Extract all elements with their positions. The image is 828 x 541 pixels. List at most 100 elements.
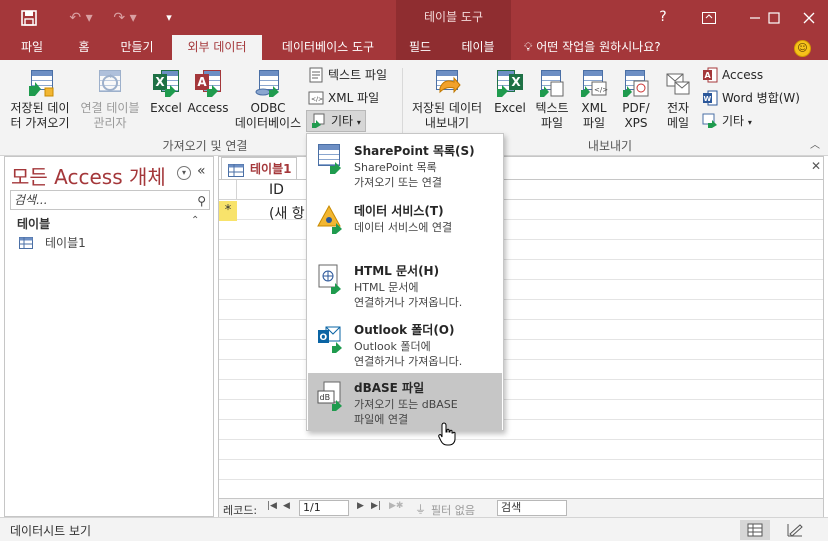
word-merge-button[interactable]: W Word 병합(W) bbox=[702, 87, 800, 109]
data-service-title: 데이터 서비스(T) bbox=[354, 204, 444, 218]
export-text-file-label-2: 파일 bbox=[540, 116, 564, 130]
tab-fields[interactable]: 필드 bbox=[398, 35, 442, 60]
save-icon[interactable] bbox=[18, 8, 40, 28]
nav-menu-chevron-icon[interactable]: ▾ bbox=[177, 166, 191, 180]
nav-search-input[interactable]: 검색... ⚲ bbox=[10, 190, 210, 210]
import-xml-file-button[interactable]: </> XML 파일 bbox=[308, 87, 379, 109]
svg-text:dB: dB bbox=[320, 393, 331, 402]
tab-create[interactable]: 만들기 bbox=[108, 35, 166, 60]
redo-icon[interactable]: ↷ ▾ bbox=[108, 8, 142, 28]
export-excel-label: Excel bbox=[494, 101, 526, 115]
excel-import-icon: X bbox=[151, 68, 181, 98]
import-text-file-button[interactable]: 텍스트 파일 bbox=[308, 64, 387, 86]
filter-status[interactable]: 필터 없음 bbox=[431, 502, 475, 518]
import-excel-label: Excel bbox=[150, 101, 182, 115]
saved-exports-icon bbox=[432, 68, 462, 98]
svg-text:O: O bbox=[320, 333, 328, 343]
ribbon-display-options-icon[interactable] bbox=[686, 0, 732, 35]
menu-item-data-service[interactable]: 데이터 서비스(T) 데이터 서비스에 연결 bbox=[308, 196, 502, 252]
export-access-label: Access bbox=[722, 68, 764, 82]
email-label-2: 메일 bbox=[666, 116, 690, 130]
close-icon[interactable] bbox=[790, 0, 828, 35]
menu-item-html[interactable]: HTML 문서(H) HTML 문서에 연결하거나 가져옵니다. bbox=[308, 256, 502, 312]
last-record-icon[interactable]: ▶| bbox=[371, 501, 381, 511]
qat-customize-icon[interactable]: ▾ bbox=[158, 8, 180, 28]
status-text: 데이터시트 보기 bbox=[10, 524, 92, 538]
group-collapse-icon[interactable]: ⌃ bbox=[191, 215, 199, 226]
export-more-button[interactable]: 기타 ▾ bbox=[702, 110, 752, 132]
svg-text:W: W bbox=[704, 95, 712, 103]
datasheet-view-icon[interactable] bbox=[740, 520, 770, 540]
data-service-desc: 데이터 서비스에 연결 bbox=[354, 221, 453, 234]
xml-export-icon: </> bbox=[579, 68, 609, 98]
saved-imports-label-2: 터 가져오기 bbox=[10, 116, 70, 130]
new-record-selector[interactable]: * bbox=[219, 201, 237, 221]
nav-group-tables[interactable]: 테이블 bbox=[17, 215, 50, 232]
new-record-id-cell[interactable]: (새 항 bbox=[269, 203, 305, 223]
more-import-icon bbox=[311, 113, 327, 129]
import-more-button[interactable]: 기타 ▾ bbox=[306, 110, 366, 132]
previous-record-icon[interactable]: ◀ bbox=[283, 501, 290, 511]
maximize-icon[interactable] bbox=[758, 0, 790, 35]
svg-text:</>: </> bbox=[594, 86, 608, 94]
html-icon bbox=[316, 262, 346, 294]
import-access-button[interactable]: A Access bbox=[186, 68, 230, 116]
document-tab-table1[interactable]: 테이블1 bbox=[221, 157, 297, 179]
sharepoint-desc: SharePoint 목록 가져오기 또는 연결 bbox=[354, 161, 442, 189]
export-excel-button[interactable]: X Excel bbox=[490, 68, 530, 116]
first-record-icon[interactable]: |◀ bbox=[267, 501, 277, 511]
text-file-icon bbox=[308, 67, 324, 83]
tab-database-tools[interactable]: 데이터베이스 도구 bbox=[268, 35, 388, 60]
title-bar: ↶ ▾ ↷ ▾ ▾ 테이블 도구 ? bbox=[0, 0, 828, 35]
menu-item-dbase[interactable]: dB dBASE 파일 가져오기 또는 dBASE 파일에 연결 bbox=[308, 373, 502, 430]
table-icon bbox=[228, 162, 244, 177]
saved-imports-button[interactable]: 저장된 데이 터 가져오기 bbox=[4, 68, 76, 131]
help-button[interactable]: ? bbox=[640, 0, 686, 35]
current-record-input[interactable]: 1/1 bbox=[299, 500, 349, 516]
sharepoint-icon bbox=[316, 142, 346, 174]
import-xml-file-label: XML 파일 bbox=[328, 91, 380, 105]
nav-item-table1[interactable]: 테이블1 bbox=[19, 235, 86, 251]
record-label: 레코드: bbox=[223, 504, 258, 517]
tab-external-data[interactable]: 외부 데이터 bbox=[172, 35, 262, 60]
linked-table-manager-button[interactable]: 연결 테이블 관리자 bbox=[76, 68, 144, 131]
menu-item-outlook[interactable]: O Outlook 폴더(O) Outlook 폴더에 연결하거나 가져옵니다. bbox=[308, 315, 502, 371]
nav-pane-title[interactable]: 모든 Access 개체 bbox=[11, 161, 166, 190]
more-import-dropdown: SharePoint 목록(S) SharePoint 목록 가져오기 또는 연결… bbox=[306, 133, 504, 431]
close-document-icon[interactable]: ✕ bbox=[811, 159, 821, 173]
tab-file[interactable]: 파일 bbox=[8, 35, 56, 60]
import-odbc-button[interactable]: ODBC 데이터베이스 bbox=[230, 68, 306, 131]
access-export-icon: A bbox=[702, 67, 718, 83]
shutter-bar-close-icon[interactable]: « bbox=[197, 163, 206, 179]
collapse-ribbon-icon[interactable]: ︿ bbox=[810, 136, 820, 151]
design-view-icon[interactable] bbox=[780, 520, 810, 540]
export-access-button[interactable]: A Access bbox=[702, 64, 763, 86]
tell-me-box[interactable]: 💡︎ 어떤 작업을 원하시나요? bbox=[524, 35, 661, 60]
search-icon[interactable]: ⚲ bbox=[197, 192, 206, 210]
next-record-icon[interactable]: ▶ bbox=[357, 501, 364, 511]
import-access-label: Access bbox=[187, 101, 229, 115]
tab-table[interactable]: 테이블 bbox=[452, 35, 504, 60]
navigation-pane: 모든 Access 개체 ▾ « 검색... ⚲ 테이블 ⌃ 테이블1 bbox=[4, 156, 214, 517]
feedback-smiley-icon[interactable]: ☺ bbox=[794, 40, 811, 57]
import-excel-button[interactable]: X Excel bbox=[146, 68, 186, 116]
tab-home[interactable]: 홈 bbox=[66, 35, 102, 60]
export-text-file-button[interactable]: 텍스트 파일 bbox=[532, 68, 572, 131]
outlook-icon: O bbox=[316, 321, 346, 353]
record-navigator: 레코드: |◀ ◀ 1/1 ▶ ▶| ▶✱ ⏚ 필터 없음 검색 bbox=[219, 498, 823, 517]
record-search-input[interactable]: 검색 bbox=[497, 500, 567, 516]
export-pdf-xps-button[interactable]: PDF/ XPS bbox=[616, 68, 656, 131]
filter-icon: ⏚ bbox=[415, 503, 426, 516]
status-bar: 데이터시트 보기 bbox=[0, 517, 828, 541]
select-all-cell[interactable] bbox=[219, 180, 237, 200]
column-header-id[interactable]: ID bbox=[269, 182, 284, 198]
email-button[interactable]: 전자 메일 bbox=[658, 68, 698, 131]
new-record-icon[interactable]: ▶✱ bbox=[389, 501, 403, 511]
tell-me-text: 어떤 작업을 원하시나요? bbox=[536, 40, 661, 54]
saved-exports-button[interactable]: 저장된 데이터 내보내기 bbox=[406, 68, 488, 131]
menu-item-sharepoint[interactable]: SharePoint 목록(S) SharePoint 목록 가져오기 또는 연결 bbox=[308, 136, 502, 192]
undo-icon[interactable]: ↶ ▾ bbox=[64, 8, 98, 28]
lightbulb-icon: 💡︎ bbox=[524, 40, 533, 54]
export-xml-file-button[interactable]: </> XML 파일 bbox=[574, 68, 614, 131]
export-xml-file-label-2: 파일 bbox=[582, 116, 606, 130]
